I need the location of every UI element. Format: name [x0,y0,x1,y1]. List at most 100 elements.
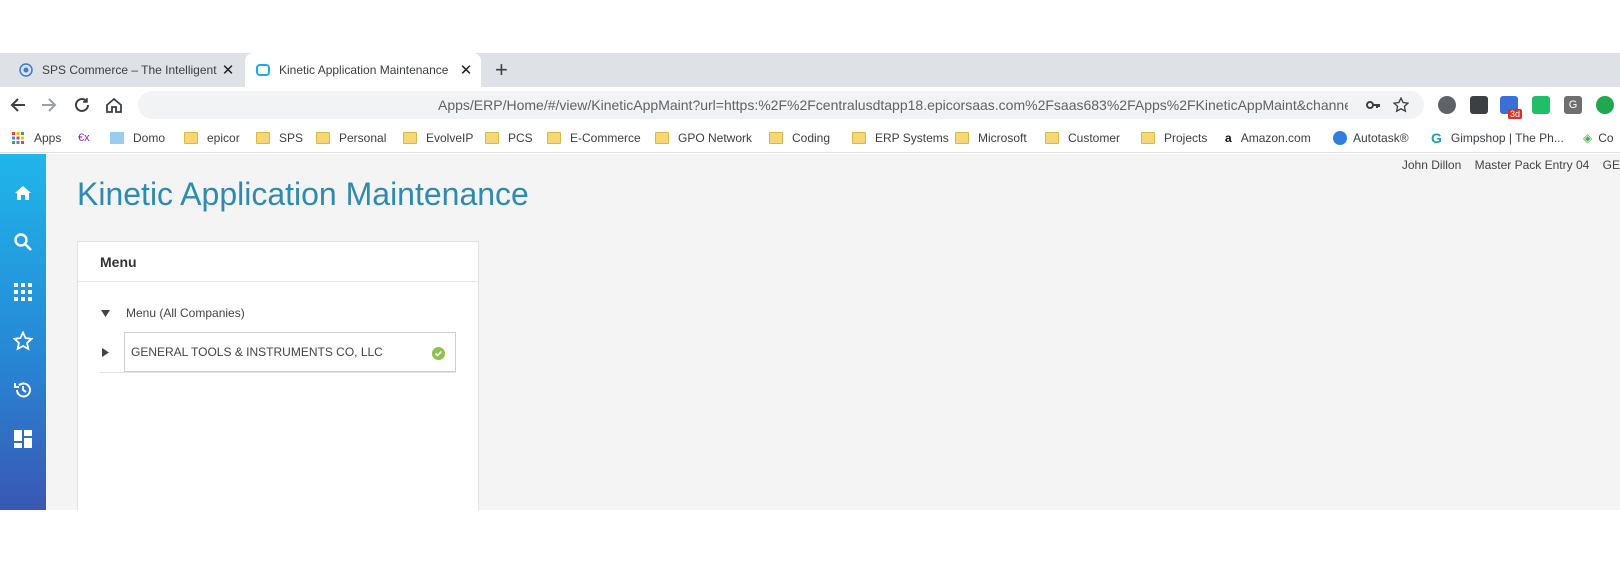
menu-panel-title: Menu [78,242,478,282]
folder-icon [316,132,330,144]
search-icon [14,233,32,251]
amazon-icon: a [1225,131,1232,145]
folder-icon [769,132,783,144]
tab-sps-commerce[interactable]: SPS Commerce – The Intelligent R ✕ [8,53,243,87]
home-icon [106,97,122,113]
folder-icon [256,132,270,144]
folder-icon [485,132,499,144]
bookmark-erp-systems[interactable]: ERP Systems [852,123,949,152]
address-bar[interactable]: Apps/ERP/Home/#/view/KineticAppMaint?url… [138,91,1424,119]
bookmark-label: Gimpshop | The Ph... [1450,131,1564,145]
bookmark-customer[interactable]: Customer [1045,123,1120,152]
screenshot: SPS Commerce – The Intelligent R ✕ Kinet… [0,0,1620,564]
tree-node-general-tools[interactable]: GENERAL TOOLS & INSTRUMENTS CO, LLC [124,332,456,372]
bookmark-ecommerce[interactable]: E-Commerce [547,123,641,152]
apps-rail-button[interactable] [11,280,35,304]
bookmark-apps[interactable]: Apps [11,123,61,152]
reload-button[interactable] [70,93,94,117]
bookmark-autotask[interactable]: Autotask® [1333,123,1409,152]
extension-green-circle-icon[interactable] [1596,96,1614,114]
folder-icon [184,132,198,144]
caret-down-icon[interactable] [100,308,110,318]
folder-icon [852,132,866,144]
home-rail-button[interactable] [11,181,35,205]
kinetic-favicon-icon [255,62,271,78]
folder-icon [1141,132,1155,144]
caret-right-icon[interactable] [100,347,110,357]
ex-icon: €x [78,132,90,144]
bookmark-label: Domo [133,131,166,145]
extension-calendar-icon[interactable]: 3d [1500,96,1522,119]
bookmark-label: epicor [207,131,240,145]
tree-node-all-companies[interactable]: Menu (All Companies) [100,306,245,320]
nav-rail [0,154,46,510]
user-name[interactable]: John Dillon [1402,158,1461,172]
bookmark-co[interactable]: ◈ Co [1583,123,1614,152]
browser-toolbar: Apps/ERP/Home/#/view/KineticAppMaint?url… [0,87,1620,123]
home-icon [15,186,31,200]
bookmark-projects[interactable]: Projects [1141,123,1207,152]
extension-dots-icon[interactable] [1470,96,1488,114]
back-button[interactable] [6,93,30,117]
forward-arrow-icon [42,98,57,112]
extension-g-icon[interactable]: G [1564,96,1582,114]
home-button[interactable] [102,93,126,117]
bookmark-pcs[interactable]: PCS [485,123,533,152]
bookmark-gpo-network[interactable]: GPO Network [655,123,752,152]
bookmark-sps[interactable]: SPS [256,123,303,152]
bookmark-star-icon[interactable] [1392,96,1410,114]
history-icon [14,382,31,398]
bookmark-evolveip[interactable]: EvolveIP [403,123,473,152]
user-info: John Dillon Master Pack Entry 04 GE [1392,158,1620,172]
bookmark-epicor[interactable]: epicor [184,123,240,152]
workstation-name[interactable]: Master Pack Entry 04 [1475,158,1590,172]
bookmark-label: E-Commerce [570,131,641,145]
folder-icon [547,132,561,144]
favorites-rail-button[interactable] [11,329,35,353]
tree-node-expander[interactable] [100,347,126,357]
bookmark-gimpshop[interactable]: G Gimpshop | The Ph... [1431,123,1564,152]
autotask-icon [1333,131,1347,145]
bookmark-label: Autotask® [1353,131,1409,145]
bookmark-label: Amazon.com [1240,131,1311,145]
tree-node-label: Menu (All Companies) [126,306,245,320]
folder-icon [1045,132,1059,144]
back-arrow-icon [10,98,25,112]
co-icon: ◈ [1583,131,1593,145]
extension-green-icon[interactable] [1532,96,1550,114]
key-icon[interactable] [1364,96,1382,114]
bookmark-amazon[interactable]: a Amazon.com [1225,123,1311,152]
bookmark-personal[interactable]: Personal [316,123,386,152]
folder-icon [955,132,969,144]
close-tab-icon[interactable]: ✕ [457,61,475,79]
history-rail-button[interactable] [11,378,35,402]
extension-badge: 3d [1507,109,1522,119]
bookmark-microsoft[interactable]: Microsoft [955,123,1027,152]
gimpshop-icon: G [1431,130,1442,146]
close-tab-icon[interactable]: ✕ [219,61,237,79]
bookmark-domo[interactable]: Domo [110,123,166,152]
apps-grid-icon [14,283,32,301]
extension-circle-icon[interactable] [1438,96,1456,114]
folder-icon [655,132,669,144]
folder-icon [403,132,417,144]
bookmark-label: Co [1598,131,1614,145]
dashboard-icon [14,430,32,448]
page-title: Kinetic Application Maintenance [77,176,529,212]
new-tab-button[interactable]: + [495,53,508,87]
bookmark-label: ERP Systems [875,131,949,145]
sps-favicon-icon [18,62,34,78]
divider [100,372,456,373]
tab-title: SPS Commerce – The Intelligent R [42,63,219,77]
menu-panel: Menu Menu (All Companies) GENERAL TOOLS … [77,241,479,510]
search-rail-button[interactable] [11,230,35,254]
bookmarks-bar: Apps €x Domo epicor SPS Personal EvolveI… [0,123,1620,153]
bookmark-ex[interactable]: €x [78,123,90,152]
forward-button[interactable] [37,93,61,117]
star-icon [13,331,33,351]
company-short[interactable]: GE [1603,158,1620,172]
bookmark-coding[interactable]: Coding [769,123,830,152]
tab-kinetic-app-maintenance[interactable]: Kinetic Application Maintenance ✕ [245,53,481,87]
kinetic-app: John Dillon Master Pack Entry 04 GE Kine… [0,154,1620,510]
dashboard-rail-button[interactable] [11,427,35,451]
